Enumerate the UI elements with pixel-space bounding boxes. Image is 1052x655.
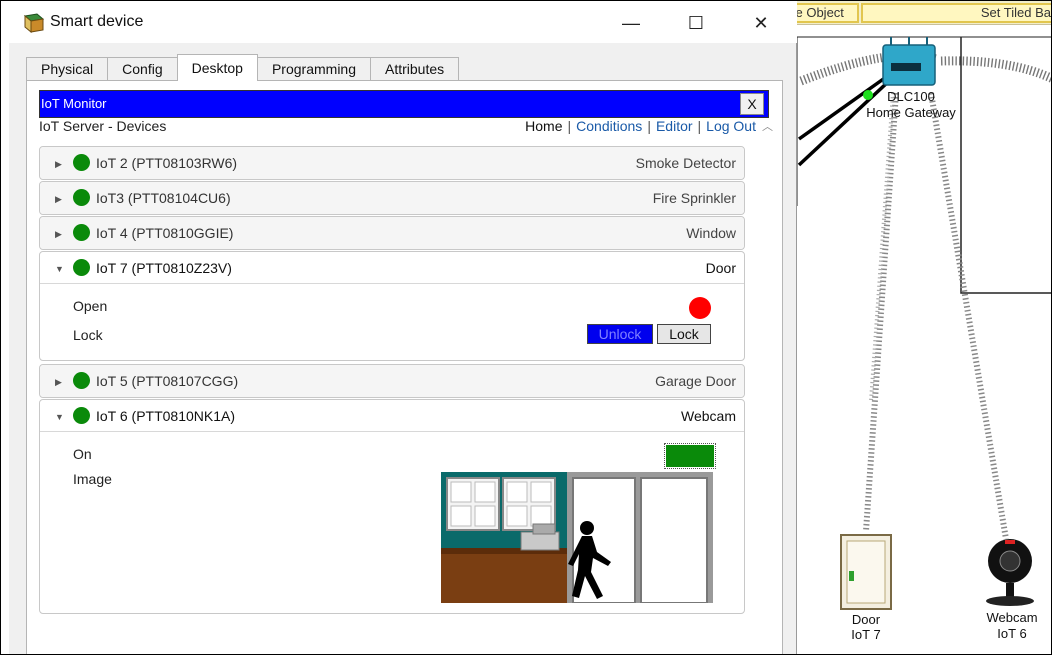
on-label: On — [73, 446, 92, 462]
window-titlebar[interactable]: Smart device — ☐ ✕ — [9, 1, 797, 43]
caret-right-icon[interactable]: ▶ — [55, 229, 62, 240]
close-icon[interactable]: ✕ — [746, 9, 776, 37]
webcam-icon — [986, 539, 1034, 606]
status-dot — [73, 154, 90, 171]
cable-link-2 — [797, 79, 891, 167]
image-label: Image — [73, 471, 112, 487]
wireless-link-webcam — [928, 92, 1009, 540]
open-status-indicator — [689, 297, 711, 319]
nav-home-link[interactable]: Home — [525, 118, 562, 134]
webcam-snapshot-image — [441, 472, 713, 603]
device-type: Smoke Detector — [635, 155, 736, 171]
door-label-id: IoT 7 — [851, 627, 881, 642]
device-row-webcam: ▼ IoT 6 (PTT0810NK1A) Webcam On Image — [39, 399, 745, 614]
wireless-range-arc-right — [940, 56, 1051, 84]
window-title: Smart device — [50, 13, 144, 30]
room-outline — [960, 37, 1051, 294]
smart-device-window: Smart device — ☐ ✕ Physical Config Deskt… — [9, 1, 797, 654]
device-type: Webcam — [681, 408, 736, 424]
iot-monitor-close-button[interactable]: X — [740, 93, 764, 115]
device-row-door: ▼ IoT 7 (PTT0810Z23V) Door Open Lock Unl… — [39, 251, 745, 361]
nav-separator: | — [567, 118, 572, 134]
device-row-garage-door[interactable]: ▶ IoT 5 (PTT08107CGG) Garage Door — [39, 364, 745, 398]
tab-desktop[interactable]: Desktop — [176, 54, 258, 81]
device-name: IoT 4 (PTT0810GGIE) — [96, 225, 234, 241]
device-header[interactable]: ▶ IoT 4 (PTT0810GGIE) Window — [40, 217, 744, 249]
wireless-link-door — [863, 92, 899, 532]
app-icon — [23, 13, 45, 33]
door-icon — [840, 534, 892, 610]
nav-conditions-link[interactable]: Conditions — [576, 118, 642, 134]
nav-editor-link[interactable]: Editor — [656, 118, 693, 134]
lock-label: Lock — [73, 327, 103, 343]
nav-separator: | — [697, 118, 702, 134]
device-row-window[interactable]: ▶ IoT 4 (PTT0810GGIE) Window — [39, 216, 745, 250]
tab-attributes[interactable]: Attributes — [370, 57, 460, 81]
device-header[interactable]: ▶ IoT3 (PTT08104CU6) Fire Sprinkler — [40, 182, 744, 214]
caret-down-icon[interactable]: ▼ — [55, 264, 64, 274]
device-name: IoT 5 (PTT08107CGG) — [96, 373, 239, 389]
open-label: Open — [73, 298, 108, 314]
minimize-icon[interactable]: — — [616, 9, 646, 37]
caret-right-icon[interactable]: ▶ — [55, 377, 62, 388]
desktop-panel: IoT Monitor X IoT Server - Devices Home … — [26, 80, 783, 654]
status-dot — [73, 224, 90, 241]
maximize-icon[interactable]: ☐ — [681, 9, 711, 37]
status-dot — [73, 259, 90, 276]
server-subheader: IoT Server - Devices Home | Conditions |… — [39, 118, 773, 138]
device-header[interactable]: ▼ IoT 7 (PTT0810Z23V) Door — [40, 252, 744, 284]
screenshot-frame: ve Object Set Tiled Ba DLC100 Home Gatew… — [0, 0, 1052, 655]
status-dot — [73, 372, 90, 389]
nav-logout-link[interactable]: Log Out — [706, 118, 756, 134]
status-dot — [73, 407, 90, 424]
device-row-fire-sprinkler[interactable]: ▶ IoT3 (PTT08104CU6) Fire Sprinkler — [39, 181, 745, 215]
device-type: Fire Sprinkler — [652, 190, 736, 206]
set-tiled-background-button[interactable]: Set Tiled Ba — [861, 3, 1051, 23]
scroll-up-icon[interactable]: ︿ — [762, 118, 773, 134]
iot-monitor-header: IoT Monitor X — [39, 90, 769, 118]
workspace-toolbar: ve Object Set Tiled Ba — [781, 1, 1051, 25]
webcam-label-name: Webcam — [986, 610, 1038, 625]
on-toggle[interactable] — [664, 443, 716, 469]
lock-button[interactable]: Lock — [657, 324, 711, 344]
device-header[interactable]: ▼ IoT 6 (PTT0810NK1A) Webcam — [40, 400, 744, 432]
device-header[interactable]: ▶ IoT 2 (PTT08103RW6) Smoke Detector — [40, 147, 744, 179]
caret-right-icon[interactable]: ▶ — [55, 159, 62, 170]
webcam-label-id: IoT 6 — [997, 626, 1027, 641]
device-type: Window — [686, 225, 736, 241]
caret-right-icon[interactable]: ▶ — [55, 194, 62, 205]
iot-monitor-title: IoT Monitor — [41, 96, 107, 111]
wireless-link-extra — [869, 92, 895, 402]
server-devices-label: IoT Server - Devices — [39, 118, 167, 134]
tab-bar: Physical Config Desktop Programming Attr… — [26, 54, 460, 81]
device-type: Door — [705, 260, 736, 276]
door-label-name: Door — [851, 612, 881, 627]
unlock-button[interactable]: Unlock — [587, 324, 653, 344]
tab-config[interactable]: Config — [107, 57, 178, 81]
gateway-label-name: Home Gateway — [866, 105, 956, 120]
device-type: Garage Door — [655, 373, 736, 389]
tab-programming[interactable]: Programming — [256, 57, 371, 81]
gateway-label-model: DLC100 — [887, 89, 935, 104]
logical-workspace[interactable]: ve Object Set Tiled Ba DLC100 Home Gatew… — [781, 1, 1051, 654]
device-name: IoT 2 (PTT08103RW6) — [96, 155, 238, 171]
status-dot — [73, 189, 90, 206]
device-name: IoT3 (PTT08104CU6) — [96, 190, 231, 206]
device-name: IoT 7 (PTT0810Z23V) — [96, 260, 232, 276]
caret-down-icon[interactable]: ▼ — [55, 412, 64, 422]
device-row-smoke-detector[interactable]: ▶ IoT 2 (PTT08103RW6) Smoke Detector — [39, 146, 745, 180]
server-nav: Home | Conditions | Editor | Log Out ︿ — [525, 118, 773, 134]
nav-separator: | — [647, 118, 651, 134]
device-name: IoT 6 (PTT0810NK1A) — [96, 408, 236, 424]
tab-physical[interactable]: Physical — [26, 57, 109, 81]
device-header[interactable]: ▶ IoT 5 (PTT08107CGG) Garage Door — [40, 365, 744, 397]
